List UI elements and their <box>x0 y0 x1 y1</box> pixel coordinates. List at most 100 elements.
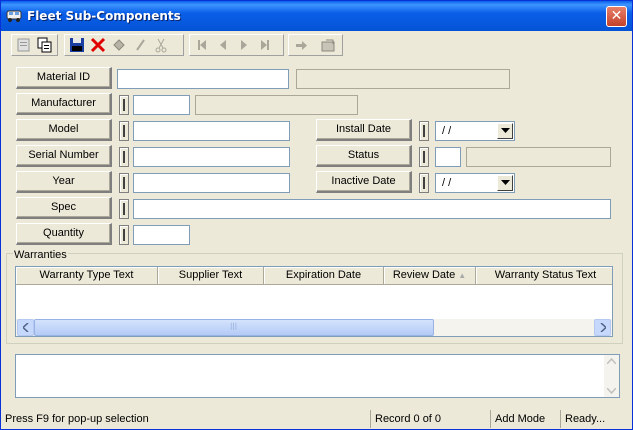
toolbar-group-edit <box>64 34 184 56</box>
properties-button[interactable] <box>13 35 34 55</box>
manufacturer-input[interactable] <box>133 95 190 115</box>
lock-toggle-spec[interactable] <box>119 199 129 219</box>
delete-icon <box>90 37 105 53</box>
install-date-button[interactable]: Install Date <box>316 119 412 141</box>
chevron-up-icon[interactable] <box>607 358 616 364</box>
status-button[interactable]: Status <box>316 145 412 167</box>
serial-number-button[interactable]: Serial Number <box>16 145 112 167</box>
previous-record-button[interactable] <box>212 35 233 55</box>
column-expiration-date[interactable]: Expiration Date <box>264 267 384 285</box>
column-supplier-text[interactable]: Supplier Text <box>158 267 264 285</box>
quantity-input[interactable] <box>133 225 190 245</box>
lock-toggle-manufacturer[interactable] <box>119 95 129 115</box>
lock-toggle-year[interactable] <box>119 173 129 193</box>
copy-icon <box>37 37 51 53</box>
toolbar-group-navigation <box>189 34 284 56</box>
stamp-icon <box>112 39 125 51</box>
close-button[interactable]: ✕ <box>606 6 627 27</box>
previous-icon <box>219 40 226 50</box>
save-icon <box>69 38 84 52</box>
status-bar: Press F9 for pop-up selection Record 0 o… <box>1 408 632 429</box>
column-warranty-type-text[interactable]: Warranty Type Text <box>16 267 158 285</box>
edit-button[interactable] <box>129 35 150 55</box>
scroll-right-button[interactable] <box>594 319 611 336</box>
status-input[interactable] <box>435 147 461 167</box>
lock-toggle-inactive-date[interactable] <box>419 173 429 193</box>
pencil-icon <box>135 39 145 51</box>
next-icon <box>240 40 247 50</box>
last-icon <box>260 40 269 50</box>
horizontal-scrollbar[interactable]: ||| <box>16 319 612 336</box>
model-button[interactable]: Model <box>16 119 112 141</box>
chevron-left-icon <box>22 323 29 332</box>
material-id-button[interactable]: Material ID <box>16 67 112 89</box>
arrow-right-icon <box>295 41 307 50</box>
thumb-grip-icon: ||| <box>230 322 238 330</box>
sort-ascending-icon: ▲ <box>458 271 467 280</box>
status-state: Ready... <box>560 410 632 428</box>
manufacturer-description <box>195 95 358 115</box>
export-button[interactable] <box>317 35 338 55</box>
status-mode: Add Mode <box>490 410 560 428</box>
lock-toggle-serial-number[interactable] <box>119 147 129 167</box>
chevron-down-icon <box>500 180 510 185</box>
export-icon <box>321 39 334 52</box>
column-review-date[interactable]: Review Date ▲ <box>384 267 476 285</box>
lock-toggle-install-date[interactable] <box>419 121 429 141</box>
column-warranty-status-text[interactable]: Warranty Status Text <box>476 267 612 285</box>
lock-toggle-quantity[interactable] <box>119 225 129 245</box>
spec-button[interactable]: Spec <box>16 197 112 219</box>
manufacturer-button[interactable]: Manufacturer <box>16 93 112 115</box>
scissors-icon <box>155 38 166 53</box>
inactive-date-picker[interactable]: / / <box>435 173 515 193</box>
lock-toggle-model[interactable] <box>119 121 129 141</box>
lock-toggle-status[interactable] <box>419 147 429 167</box>
toolbar-group-file <box>11 34 58 56</box>
copy-button[interactable] <box>34 35 55 55</box>
install-date-picker[interactable]: / / <box>435 121 515 141</box>
status-record-count: Record 0 of 0 <box>370 410 490 428</box>
title-bar[interactable]: Fleet Sub-Components ✕ <box>1 1 632 31</box>
warranties-label: Warranties <box>13 249 68 261</box>
status-description <box>466 147 611 167</box>
cut-button[interactable] <box>150 35 171 55</box>
memo-vertical-scrollbar[interactable] <box>604 355 619 397</box>
install-date-value: / / <box>442 125 452 137</box>
year-button[interactable]: Year <box>16 171 112 193</box>
chevron-down-icon[interactable] <box>607 388 616 394</box>
fleet-sub-components-window: Fleet Sub-Components ✕ Material ID Manuf… <box>0 0 633 430</box>
chevron-right-icon <box>599 323 606 332</box>
delete-button[interactable] <box>87 35 108 55</box>
grid-header: Warranty Type Text Supplier Text Expirat… <box>16 267 612 285</box>
save-button[interactable] <box>66 35 87 55</box>
next-record-button[interactable] <box>233 35 254 55</box>
serial-number-input[interactable] <box>133 147 290 167</box>
close-icon: ✕ <box>610 8 623 24</box>
inactive-date-dropdown[interactable] <box>497 175 513 191</box>
inactive-date-button[interactable]: Inactive Date <box>316 171 412 193</box>
spec-input[interactable] <box>133 199 611 219</box>
first-record-button[interactable] <box>191 35 212 55</box>
install-date-dropdown[interactable] <box>497 123 513 139</box>
status-hint: Press F9 for pop-up selection <box>5 413 149 425</box>
scroll-left-button[interactable] <box>17 319 34 336</box>
toolbar <box>1 31 632 58</box>
window-title: Fleet Sub-Components <box>27 9 181 23</box>
toolbar-group-actions <box>288 34 343 56</box>
first-icon <box>197 40 206 50</box>
quantity-button[interactable]: Quantity <box>16 223 112 245</box>
year-input[interactable] <box>133 173 290 193</box>
material-id-input[interactable] <box>117 69 289 89</box>
stamp-button[interactable] <box>108 35 129 55</box>
notes-memo[interactable] <box>15 354 620 398</box>
inactive-date-value: / / <box>442 177 452 189</box>
go-button[interactable] <box>290 35 311 55</box>
truck-icon <box>6 10 22 22</box>
properties-icon <box>17 38 29 52</box>
scroll-thumb[interactable]: ||| <box>34 319 434 336</box>
chevron-down-icon <box>500 128 510 133</box>
model-input[interactable] <box>133 121 290 141</box>
column-review-date-label: Review Date <box>392 269 456 281</box>
warranties-grid[interactable]: Warranty Type Text Supplier Text Expirat… <box>15 266 613 337</box>
last-record-button[interactable] <box>254 35 275 55</box>
